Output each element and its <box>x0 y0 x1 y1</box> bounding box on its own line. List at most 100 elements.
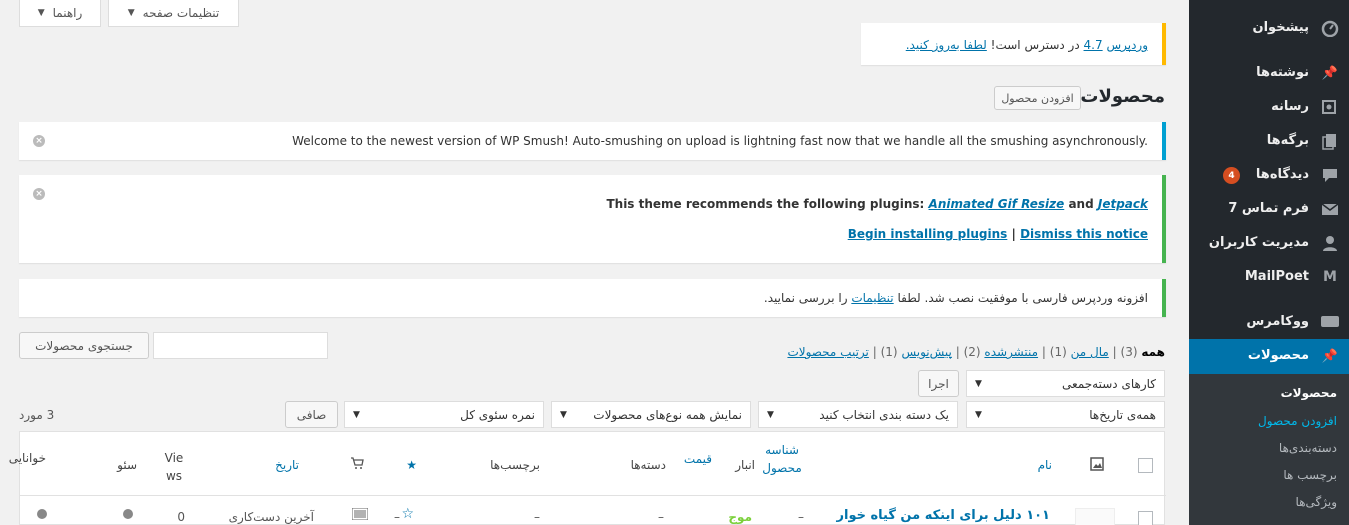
sidebar-item-label: مدیریت کاربران <box>1208 235 1309 250</box>
persian-notice-after: را بررسی نمایید. <box>763 291 848 305</box>
seo-score-filter-select[interactable]: نمره سئوی کل ▼ <box>344 401 544 428</box>
filter-button[interactable]: صافی <box>285 401 338 428</box>
sidebar-item-products[interactable]: 📌 محصولات <box>1189 339 1349 375</box>
column-price[interactable]: قیمت <box>684 452 712 466</box>
sidebar-item-label: محصولات <box>1247 348 1309 363</box>
help-button[interactable]: راهنما ▼ <box>19 0 101 27</box>
version-link[interactable]: 4.7 <box>1084 38 1103 52</box>
table-divider <box>20 495 1166 496</box>
filter-all[interactable]: همه <box>1141 345 1165 359</box>
cart-column-icon <box>350 456 364 473</box>
row-categories: – <box>534 510 540 524</box>
column-readability: خوانایی <box>8 451 46 465</box>
thumbnail-column-icon <box>1090 457 1104 474</box>
pages-icon <box>1321 132 1339 150</box>
date-filter-select[interactable]: همه‌ی تاریخ‌ها ▼ <box>966 401 1165 428</box>
seo-score-filter-value: نمره سئوی کل <box>460 407 535 422</box>
search-products-button[interactable]: جستجوی محصولات <box>19 332 149 359</box>
sidebar-item-user-management[interactable]: مدیریت کاربران <box>1189 226 1349 260</box>
row-checkbox[interactable] <box>1138 511 1153 525</box>
items-count: 3 مورد <box>19 408 55 422</box>
caret-down-icon: ▼ <box>37 8 45 18</box>
submenu-tags[interactable]: برچسب ها <box>1283 468 1337 482</box>
wordpress-link[interactable]: وردپرس <box>1106 38 1148 52</box>
plugin-link-gif-resize[interactable]: Animated Gif Resize <box>929 197 1065 211</box>
plugin-link-jetpack[interactable]: Jetpack <box>1098 197 1148 211</box>
featured-star-icon[interactable]: ☆ <box>401 506 414 522</box>
woo-icon <box>1321 313 1339 331</box>
column-views[interactable]: Views <box>163 449 185 485</box>
search-input[interactable] <box>153 332 328 359</box>
filter-mine[interactable]: مال من <box>1071 345 1109 359</box>
row-date: آخرین دست‌کاری <box>228 510 314 524</box>
category-filter-value: یک دسته بندی انتخاب کنید <box>819 407 949 422</box>
update-middle-text: در دسترس است! <box>990 38 1080 52</box>
close-icon[interactable]: × <box>33 188 45 200</box>
sidebar-item-pages[interactable]: برگه‌ها <box>1189 124 1349 158</box>
apply-button[interactable]: اجرا <box>918 370 959 397</box>
theme-plugins-notice: × This theme recommends the following pl… <box>19 175 1166 263</box>
screen-options-button[interactable]: تنظیمات صفحه ▼ <box>108 0 239 27</box>
add-product-button[interactable]: افزودن محصول <box>994 86 1081 110</box>
filter-published-count: (2) <box>963 345 981 359</box>
update-now-link[interactable]: لطفا به‌روز کنید. <box>906 38 987 52</box>
screen-options-label: تنظیمات صفحه <box>142 6 220 20</box>
column-stock: انبار <box>735 458 755 472</box>
products-submenu: محصولات افزودن محصول دسته‌بندی‌ها برچسب … <box>1189 374 1349 525</box>
separator: | <box>1011 227 1016 241</box>
bulk-actions-select[interactable]: کارهای دسته‌جمعی ▼ <box>966 370 1165 397</box>
persian-notice-before: افزونه وردپرس فارسی با موفقیت نصب شد. لط… <box>897 291 1148 305</box>
separator: | <box>872 345 877 359</box>
sidebar-item-posts[interactable]: 📌 نوشته‌ها <box>1189 56 1349 90</box>
help-label: راهنما <box>52 6 83 20</box>
close-icon[interactable]: × <box>33 135 45 147</box>
caret-down-icon: ▼ <box>975 378 982 389</box>
sidebar-item-mailpoet[interactable]: M MailPoet <box>1189 260 1349 294</box>
sidebar-item-label: برگه‌ها <box>1266 133 1309 148</box>
comments-count-badge: 4 <box>1223 167 1240 184</box>
smush-notice-text: Welcome to the newest version of WP Smus… <box>292 134 1148 148</box>
column-date[interactable]: تاریخ <box>275 458 299 472</box>
product-name-link[interactable]: ۱۰۱ دلیل برای اینکه من گیاه خوار <box>837 508 1051 523</box>
user-icon <box>1321 234 1339 252</box>
sidebar-item-dashboard[interactable]: پیشخوان <box>1189 11 1349 45</box>
column-name[interactable]: نام <box>1038 458 1052 472</box>
sidebar-item-woocommerce[interactable]: ووکامرس <box>1189 305 1349 339</box>
mailpoet-icon: M <box>1323 269 1337 285</box>
caret-down-icon: ▼ <box>560 409 567 420</box>
column-sku[interactable]: شناسه محصول <box>762 441 802 477</box>
featured-column-icon[interactable]: ★ <box>406 458 417 472</box>
column-tags: برچسب‌ها <box>490 458 540 472</box>
status-filter-links: همه (3) | مال من (1) | منتشرشده (2) | پی… <box>787 345 1165 359</box>
filter-published[interactable]: منتشرشده <box>984 345 1038 359</box>
settings-link[interactable]: تنظیمات <box>851 291 893 305</box>
barcode-icon <box>351 507 369 523</box>
submenu-all-products[interactable]: محصولات <box>1281 386 1337 400</box>
sidebar-item-contact-form[interactable]: فرم تماس 7 <box>1189 192 1349 226</box>
filter-all-count: (3) <box>1120 345 1138 359</box>
submenu-add-product[interactable]: افزودن محصول <box>1258 414 1337 428</box>
sidebar-item-label: ووکامرس <box>1246 314 1309 329</box>
update-notice-text: وردپرس 4.7 در دسترس است! لطفا به‌روز کنی… <box>906 38 1148 52</box>
product-type-filter-value: نمایش همه نوع‌های محصولات <box>593 407 742 422</box>
select-all-checkbox[interactable] <box>1138 458 1153 473</box>
submenu-categories[interactable]: دسته‌بندی‌ها <box>1279 441 1337 455</box>
readability-score-dot-icon <box>37 509 47 519</box>
row-price: – <box>658 510 664 524</box>
dismiss-notice-link[interactable]: Dismiss this notice <box>1020 227 1148 241</box>
category-filter-select[interactable]: یک دسته بندی انتخاب کنید ▼ <box>758 401 958 428</box>
row-stock-status: موج <box>728 510 752 524</box>
product-thumbnail <box>1075 508 1115 525</box>
separator: | <box>955 345 960 359</box>
sidebar-item-label: MailPoet <box>1244 269 1309 284</box>
product-type-filter-select[interactable]: نمایش همه نوع‌های محصولات ▼ <box>551 401 751 428</box>
sort-products-link[interactable]: ترتیب محصولات <box>787 345 868 359</box>
column-seo: سئو <box>117 458 137 472</box>
row-tags: – <box>394 510 400 524</box>
begin-installing-link[interactable]: Begin installing plugins <box>848 227 1008 241</box>
sidebar-item-media[interactable]: رسانه <box>1189 90 1349 124</box>
submenu-attributes[interactable]: ویژگی‌ها <box>1296 495 1337 509</box>
filter-draft[interactable]: پیش‌نویس <box>901 345 951 359</box>
sidebar-item-comments[interactable]: دیدگاه‌ها 4 <box>1189 158 1349 192</box>
caret-down-icon: ▼ <box>767 409 774 420</box>
